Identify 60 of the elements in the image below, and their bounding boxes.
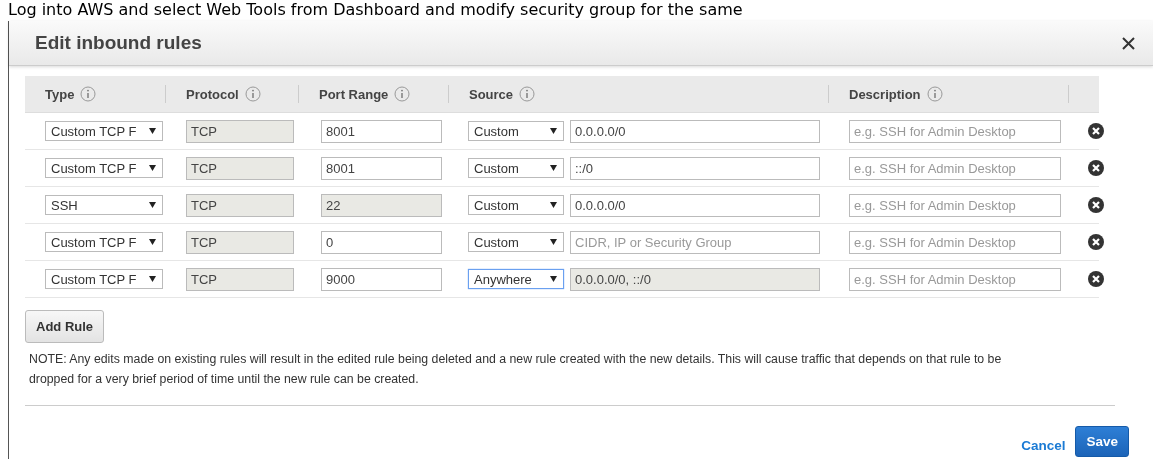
source-select[interactable]: Custom xyxy=(468,232,564,252)
source-select[interactable]: Custom xyxy=(468,121,564,141)
type-select[interactable]: Custom TCP F xyxy=(45,232,163,252)
caret-icon xyxy=(149,239,156,245)
source-field[interactable]: ::/0 xyxy=(570,156,820,180)
protocol-field[interactable]: TCP xyxy=(186,156,294,180)
remove-icon[interactable] xyxy=(1088,234,1104,250)
source-field[interactable]: CIDR, IP or Security Group xyxy=(570,230,820,254)
info-icon xyxy=(80,86,97,102)
source-field[interactable]: 0.0.0.0/0 xyxy=(570,193,820,217)
caret-icon xyxy=(550,202,557,208)
source-select[interactable]: Custom xyxy=(468,195,564,215)
type-select[interactable]: Custom TCP F xyxy=(45,269,163,289)
type-select[interactable]: SSH xyxy=(45,195,163,215)
caret-icon xyxy=(149,165,156,171)
protocol-field[interactable]: TCP xyxy=(186,193,294,217)
remove-icon[interactable] xyxy=(1088,123,1104,139)
description-field[interactable]: e.g. SSH for Admin Desktop xyxy=(849,119,1061,143)
description-field[interactable]: e.g. SSH for Admin Desktop xyxy=(849,156,1061,180)
description-field[interactable]: e.g. SSH for Admin Desktop xyxy=(849,230,1061,254)
caret-icon xyxy=(149,128,156,134)
caret-icon xyxy=(550,239,557,245)
remove-icon[interactable] xyxy=(1088,197,1104,213)
port-range-field[interactable]: 9000 xyxy=(321,267,442,291)
column-header: Protocol xyxy=(186,86,239,102)
port-range-field[interactable]: 8001 xyxy=(321,156,442,180)
column-header: Description xyxy=(849,86,921,102)
note-text: NOTE: Any edits made on existing rules will result in the edited rule being deleted and a new rule created with the new details. This will cause traffic that depends on that rule to be dropped for a very brief period of time until the new rule can be created. xyxy=(29,351,1003,388)
description-field[interactable]: e.g. SSH for Admin Desktop xyxy=(849,267,1061,291)
type-select[interactable]: Custom TCP F xyxy=(45,121,163,141)
close-icon[interactable] xyxy=(1122,36,1135,50)
save-button[interactable]: Save xyxy=(1075,426,1129,457)
caret-icon xyxy=(149,276,156,282)
info-icon xyxy=(519,86,536,102)
column-header: Type xyxy=(45,86,75,102)
description-field[interactable]: e.g. SSH for Admin Desktop xyxy=(849,193,1061,217)
source-select[interactable]: Custom xyxy=(468,158,564,178)
protocol-field[interactable]: TCP xyxy=(186,230,294,254)
column-header: Port Range xyxy=(319,86,389,102)
info-icon xyxy=(394,86,411,102)
dialog-title: Edit inbound rules xyxy=(35,32,202,54)
protocol-field[interactable]: TCP xyxy=(186,119,294,143)
caption-text: Log into AWS and select Web Tools from Dashboard and modify security group for the same xyxy=(8,0,743,20)
info-icon xyxy=(244,86,261,102)
caret-icon xyxy=(550,128,557,134)
source-field[interactable]: 0.0.0.0/0 xyxy=(570,119,820,143)
caret-icon xyxy=(550,165,557,171)
cancel-link[interactable]: Cancel xyxy=(1021,438,1066,453)
info-icon xyxy=(926,86,943,102)
remove-icon[interactable] xyxy=(1088,271,1104,287)
source-select[interactable]: Anywhere xyxy=(468,269,564,289)
column-header: Source xyxy=(469,86,514,102)
port-range-field[interactable]: 0 xyxy=(321,230,442,254)
protocol-field[interactable]: TCP xyxy=(186,267,294,291)
caret-icon xyxy=(149,202,156,208)
type-select[interactable]: Custom TCP F xyxy=(45,158,163,178)
port-range-field[interactable]: 8001 xyxy=(321,119,442,143)
caret-icon xyxy=(550,276,557,282)
remove-icon[interactable] xyxy=(1088,160,1104,176)
add-rule-button[interactable]: Add Rule xyxy=(25,310,105,343)
